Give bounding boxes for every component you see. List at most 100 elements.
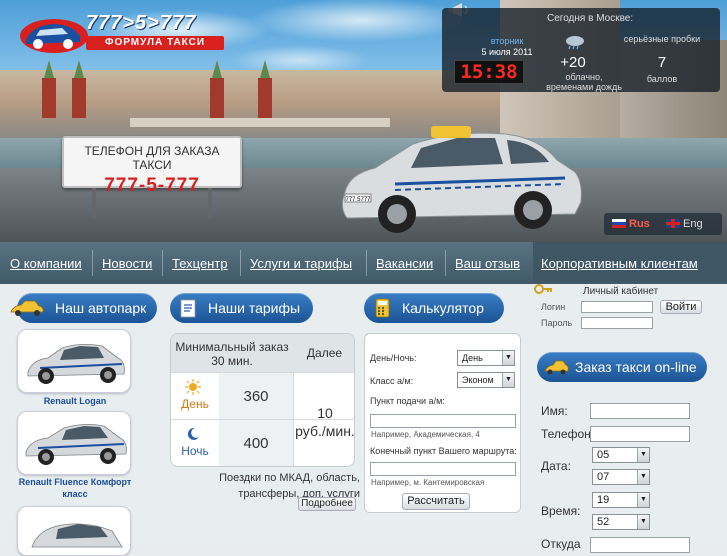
renault-logan-image: [27, 344, 125, 384]
taxi-plate: 777 5777: [345, 197, 371, 203]
order-date-day-select[interactable]: 05 ▼: [592, 447, 650, 463]
order-from-input[interactable]: [590, 537, 690, 553]
weather-panel: Сегодня в Москве: вторник 5 июля 2011 15…: [442, 8, 720, 92]
phone-billboard: ТЕЛЕФОН ДЛЯ ЗАКАЗА ТАКСИ 777-5-777: [62, 136, 242, 196]
traffic-label: серьёзные пробки: [623, 34, 701, 44]
calc-day-night-value: День: [462, 353, 483, 363]
nav-corporate[interactable]: Корпоративным клиентам: [541, 256, 698, 271]
nav-feedback[interactable]: Ваш отзыв: [455, 256, 520, 271]
tariff-night-label: Ночь: [181, 444, 209, 458]
dropdown-arrow-icon: ▼: [637, 470, 649, 484]
car-icon: [10, 300, 44, 316]
weather-date: 5 июля 2011: [481, 47, 533, 57]
calculator-icon: [375, 298, 390, 318]
order-time-label: Время:: [541, 504, 581, 518]
billboard-title: ТЕЛЕФОН ДЛЯ ЗАКАЗА ТАКСИ: [84, 144, 220, 172]
calc-pickup-label: Пункт подачи а/м:: [370, 396, 445, 406]
section-fleet-title: Наш автопарк: [55, 300, 147, 316]
calc-submit-button[interactable]: Рассчитать: [402, 493, 470, 510]
language-en-link[interactable]: Eng: [666, 218, 703, 230]
nav-news[interactable]: Новости: [102, 256, 152, 271]
billboard-phone-number: 777-5-777: [104, 175, 200, 196]
tariff-min-order-header: Минимальный заказ 30 мин.: [171, 334, 293, 372]
calc-pickup-input[interactable]: [370, 414, 516, 428]
tariff-further-price: 10: [317, 405, 333, 421]
order-date-day-value: 05: [597, 449, 610, 461]
order-time-hour-select[interactable]: 19 ▼: [592, 492, 650, 508]
section-order-header[interactable]: Заказ такси on-line: [537, 352, 707, 382]
cabinet-password-input[interactable]: [581, 317, 653, 329]
car-thumbnail[interactable]: [17, 329, 131, 393]
section-fleet-header[interactable]: Наш автопарк: [10, 293, 157, 323]
traffic-unit: баллов: [646, 74, 678, 84]
calc-destination-input[interactable]: [370, 462, 516, 476]
nav-vacancies[interactable]: Вакансии: [376, 256, 433, 271]
order-from-label: Откуда: [541, 537, 581, 551]
section-calculator-header[interactable]: Калькулятор: [364, 293, 504, 323]
tariffs-more-button[interactable]: Подробнее: [298, 497, 356, 511]
nav-services[interactable]: Услуги и тарифы: [250, 256, 352, 271]
corporate-block: Корпоративным клиентам: [533, 242, 727, 282]
billboard-post: [92, 188, 96, 218]
calc-class-select[interactable]: Эконом ▼: [457, 372, 515, 388]
nav-divider: [92, 250, 93, 276]
calc-class-value: Эконом: [462, 375, 494, 385]
nav-divider: [162, 250, 163, 276]
weather-title: Сегодня в Москве:: [547, 13, 634, 24]
logo-name: ФОРМУЛА ТАКСИ: [86, 36, 224, 50]
section-tariffs-header[interactable]: Наши тарифы: [170, 293, 313, 323]
weather-weekday: вторник: [490, 36, 524, 46]
nav-techcenter[interactable]: Техцентр: [172, 256, 228, 271]
logo-number: 777>5>777: [86, 12, 197, 34]
renault-fluence-image: [25, 424, 127, 465]
kremlin-tower: [72, 60, 86, 118]
order-phone-input[interactable]: [590, 426, 690, 442]
order-date-label: Дата:: [541, 459, 571, 473]
tariff-further-unit: руб./мин.: [295, 423, 355, 439]
order-name-input[interactable]: [590, 403, 690, 419]
calculator-form: День/Ночь: День ▼ Класс а/м: Эконом ▼ Пу…: [364, 333, 521, 513]
car-thumbnail[interactable]: [17, 506, 131, 556]
tariff-night-price: 400: [219, 420, 293, 466]
cabinet-login-input[interactable]: [581, 301, 653, 313]
order-time-hour-value: 19: [597, 494, 610, 506]
document-icon: [180, 299, 196, 318]
language-ru-link[interactable]: Rus: [612, 218, 650, 230]
site-logo[interactable]: 777>5>777 ФОРМУЛА ТАКСИ: [18, 10, 228, 60]
calc-destination-hint: Например, м. Кантемировская: [371, 478, 485, 487]
car-caption[interactable]: Renault Fluence Комфорт класс: [15, 476, 135, 500]
nav-divider: [366, 250, 367, 276]
cabinet-password-label: Пароль: [541, 318, 573, 328]
clock-display: 15:38: [454, 60, 524, 84]
nav-divider: [240, 250, 241, 276]
weather-temperature: +20: [560, 54, 586, 71]
calc-destination-label: Конечный пункт Вашего маршрута:: [370, 446, 517, 456]
taxi-icon: [544, 360, 569, 375]
car-caption[interactable]: Renault Logan: [15, 395, 135, 407]
nav-divider: [445, 250, 446, 276]
kremlin-tower: [258, 60, 272, 118]
calc-pickup-hint: Например, Академическая, 4: [371, 430, 480, 439]
cabinet-login-button[interactable]: Войти: [660, 300, 702, 314]
personal-cabinet: Личный кабинет Логин Пароль Войти: [533, 283, 708, 338]
taxi-car-image: 777 5777: [341, 126, 582, 233]
dropdown-arrow-icon: ▼: [637, 515, 649, 529]
cloud-rain-icon: [566, 36, 584, 50]
calc-class-label: Класс а/м:: [370, 376, 414, 386]
car-thumbnail[interactable]: [17, 411, 131, 475]
order-date-month-select[interactable]: 07 ▼: [592, 469, 650, 485]
cabinet-title: Личный кабинет: [583, 286, 659, 297]
taxi-logo-icon: [20, 19, 88, 53]
billboard-post: [208, 188, 212, 218]
weather-condition: облачно, временами дождь: [546, 72, 622, 92]
order-time-minute-select[interactable]: 52 ▼: [592, 514, 650, 530]
dropdown-arrow-icon: ▼: [637, 448, 649, 462]
car-image: [31, 523, 123, 548]
key-icon: [534, 284, 552, 294]
section-tariffs-title: Наши тарифы: [208, 300, 301, 316]
calc-day-night-select[interactable]: День ▼: [457, 350, 515, 366]
tariff-day-label: День: [181, 397, 209, 411]
tariff-further-cell: 10 руб./мин.: [293, 372, 355, 466]
nav-about[interactable]: О компании: [10, 256, 82, 271]
order-time-minute-value: 52: [597, 516, 610, 528]
